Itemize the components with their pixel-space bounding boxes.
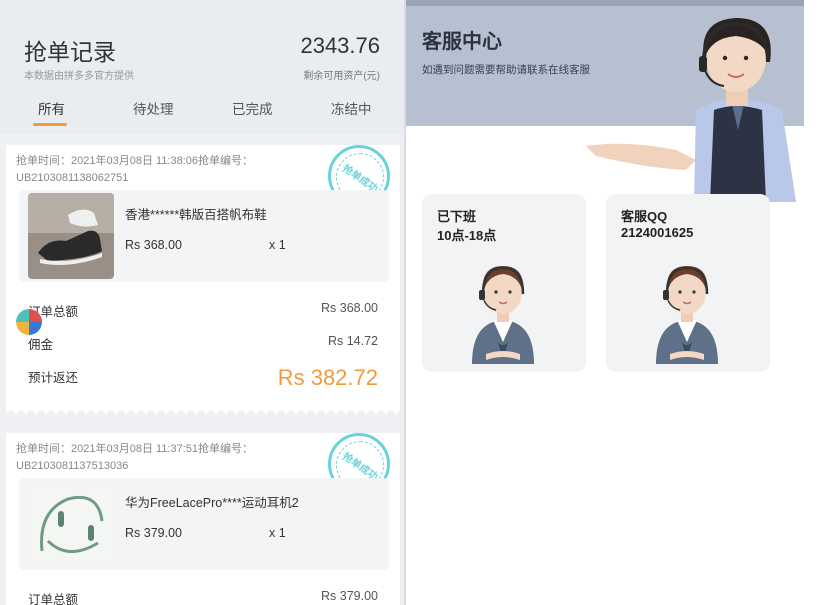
order-card[interactable]: 抢单时间：2021年03月08日 11:38:06抢单编号： UB2103081…: [6, 145, 400, 415]
service-hours-title: 已下班: [437, 209, 477, 224]
customer-service-agent-illustration: [586, 18, 796, 202]
tab-completed[interactable]: 已完成: [232, 98, 273, 118]
balance-value: 2343.76: [300, 33, 380, 58]
service-qq-card[interactable]: 客服QQ 2124001625: [606, 194, 770, 372]
product-box: 华为FreeLacePro****运动耳机2 Rs 379.00 x 1: [19, 478, 389, 570]
product-name: 香港******韩版百搭帆布鞋: [125, 208, 267, 222]
page-subtitle: 本数据由拼多多官方提供: [24, 71, 134, 82]
agent-avatar-icon: [472, 266, 534, 364]
product-thumbnail-earphones: [28, 481, 114, 567]
active-tab-indicator: [33, 123, 67, 126]
balance-label: 剩余可用资产(元): [303, 71, 380, 82]
tab-all[interactable]: 所有: [38, 98, 65, 118]
service-title: 客服中心: [422, 31, 502, 53]
product-price: Rs 379.00: [125, 526, 182, 540]
service-panel: 客服中心 如遇到问题需要帮助请联系在线客服 已下班 10点-18点 客服QQ 2…: [406, 0, 804, 605]
tab-pending[interactable]: 待处理: [133, 98, 174, 118]
service-qq-title: 客服QQ: [621, 209, 668, 224]
order-card[interactable]: 抢单时间：2021年03月08日 11:37:51抢单编号： UB2103081…: [6, 433, 400, 605]
service-subtitle: 如遇到问题需要帮助请联系在线客服: [422, 64, 590, 76]
commission-row: 佣金 Rs 14.72: [28, 334, 378, 352]
order-meta: 抢单时间：2021年03月08日 11:37:51抢单编号： UB2103081…: [16, 441, 316, 475]
refund-label: 预计返还: [28, 371, 79, 385]
page-title: 抢单记录: [24, 39, 116, 65]
commission-value: Rs 14.72: [327, 334, 378, 348]
card-zigzag-edge: [6, 407, 400, 415]
orders-panel: 抢单记录 本数据由拼多多官方提供 2343.76 剩余可用资产(元) 所有 待处…: [0, 0, 404, 605]
order-total-value: Rs 379.00: [321, 589, 378, 603]
product-name: 华为FreeLacePro****运动耳机2: [125, 496, 299, 510]
product-price: Rs 368.00: [125, 238, 182, 252]
product-box: 香港******韩版百搭帆布鞋 Rs 368.00 x 1: [19, 190, 389, 282]
order-time: 抢单时间：2021年03月08日 11:37:51抢单编号：: [16, 443, 253, 455]
refund-value: Rs 382.72: [277, 365, 378, 390]
header-strip: [406, 0, 804, 6]
product-qty: x 1: [269, 526, 286, 540]
product-thumbnail-shoe: [28, 193, 114, 279]
order-number: UB2103081138062751: [16, 172, 129, 184]
agent-avatar-icon: [656, 266, 718, 364]
order-number: UB2103081137513036: [16, 460, 129, 472]
service-hours-card[interactable]: 已下班 10点-18点: [422, 194, 586, 372]
service-hours-value: 10点-18点: [437, 228, 497, 243]
order-total-row: 订单总额 Rs 368.00: [28, 301, 378, 319]
product-qty: x 1: [269, 238, 286, 252]
commission-label: 佣金: [28, 338, 54, 352]
order-meta: 抢单时间：2021年03月08日 11:38:06抢单编号： UB2103081…: [16, 153, 316, 187]
order-total-value: Rs 368.00: [321, 301, 378, 315]
floating-menu-ball[interactable]: [16, 309, 42, 335]
page-margin: [804, 0, 827, 605]
tab-frozen[interactable]: 冻结中: [331, 98, 372, 118]
order-total-label: 订单总额: [28, 593, 79, 605]
order-time: 抢单时间：2021年03月08日 11:38:06抢单编号：: [16, 155, 253, 167]
orders-header: 抢单记录 本数据由拼多多官方提供 2343.76 剩余可用资产(元) 所有 待处…: [0, 0, 404, 134]
service-qq-value: 2124001625: [621, 225, 694, 240]
order-total-row: 订单总额 Rs 379.00: [28, 589, 378, 605]
